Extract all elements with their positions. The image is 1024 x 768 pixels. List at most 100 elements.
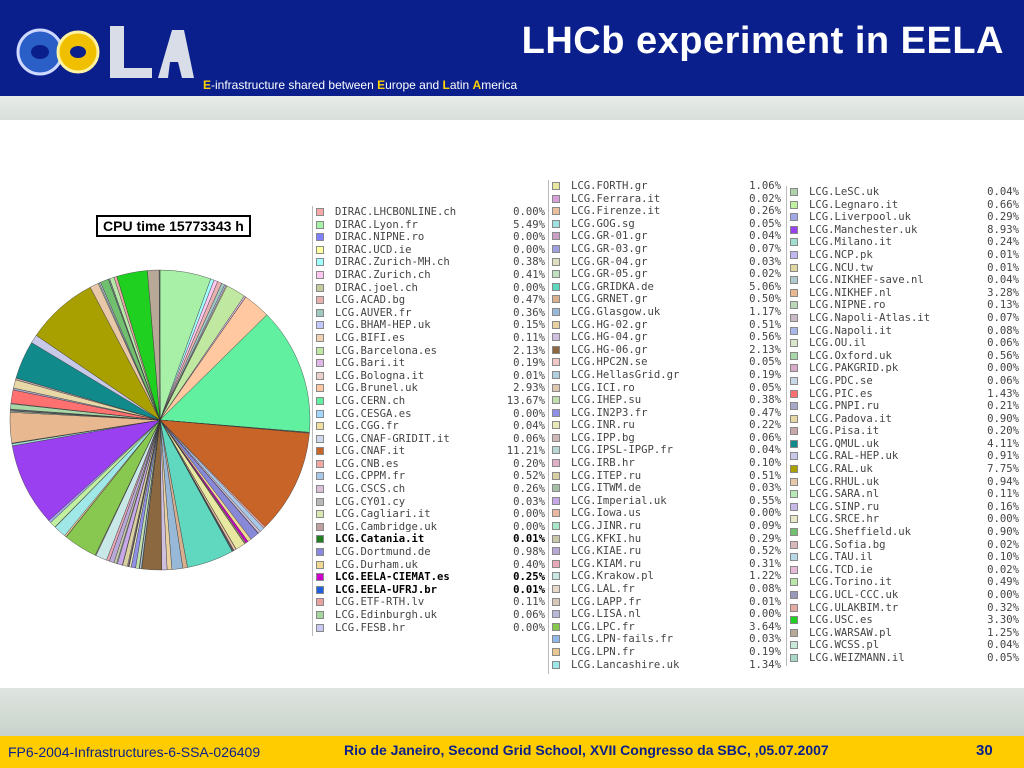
legend-site-name: LCG.PAKGRID.pk xyxy=(809,362,899,375)
legend-swatch xyxy=(790,591,798,599)
legend-percentage: 0.52% xyxy=(513,470,545,483)
header-decorative-band xyxy=(0,96,1024,120)
legend-percentage: 1.25% xyxy=(987,626,1019,639)
legend-percentage: 0.06% xyxy=(513,609,545,621)
cpu-time-label: CPU time 15773343 h xyxy=(96,215,251,237)
legend-percentage: 11.21% xyxy=(506,445,545,458)
legend-swatch xyxy=(552,446,560,455)
legend-swatch xyxy=(790,653,798,662)
legend-percentage: 0.32% xyxy=(987,601,1019,614)
legend-swatch xyxy=(552,370,560,379)
legend-site-name: LCG.RAL-HEP.uk xyxy=(809,450,899,463)
legend-percentage: 0.19% xyxy=(513,357,545,370)
legend-item: LCG.IN2P3.fr 0.47% xyxy=(549,407,785,420)
legend-site-name: LCG.CNAF.it xyxy=(335,445,406,458)
legend-swatch xyxy=(790,616,798,625)
legend-percentage: 0.00% xyxy=(513,206,545,218)
legend-item: LCG.CPPM.fr 0.52% xyxy=(313,470,549,483)
legend-percentage: 0.04% xyxy=(987,274,1019,287)
legend-percentage: 0.47% xyxy=(749,406,781,419)
legend-percentage: 0.03% xyxy=(749,633,781,646)
legend-item: LCG.UCL-CCC.uk 0.00% xyxy=(787,589,1023,602)
legend-item: LCG.BHAM-HEP.uk 0.15% xyxy=(313,319,549,332)
legend-item: LCG.AUVER.fr 0.36% xyxy=(313,307,549,320)
legend-item: LCG.EELA-CIEMAT.es 0.25% xyxy=(313,571,549,584)
legend-site-name: LCG.Bologna.it xyxy=(335,369,425,382)
legend-swatch xyxy=(552,471,560,480)
legend-swatch xyxy=(790,288,798,297)
legend-site-name: LCG.FESB.hr xyxy=(335,621,406,634)
legend-swatch xyxy=(316,535,324,544)
legend-percentage: 0.49% xyxy=(987,576,1019,589)
legend-swatch xyxy=(552,320,560,329)
legend-percentage: 0.04% xyxy=(513,420,545,433)
legend-percentage: 0.08% xyxy=(987,324,1019,337)
legend-site-name: LCG.WEIZMANN.il xyxy=(809,651,905,664)
legend-item: LCG.Oxford.uk 0.56% xyxy=(787,350,1023,363)
legend-site-name: LCG.ULAKBIM.tr xyxy=(809,601,899,614)
legend-site-name: LCG.RAL.uk xyxy=(809,463,873,476)
legend-item: LCG.Cagliari.it 0.00% xyxy=(313,508,549,521)
legend-item: LCG.NIKHEF.nl 3.28% xyxy=(787,287,1023,300)
legend-swatch xyxy=(316,283,324,292)
legend-item: LCG.PDC.se 0.06% xyxy=(787,375,1023,388)
legend-percentage: 0.19% xyxy=(749,645,781,658)
legend-site-name: LCG.Imperial.uk xyxy=(571,494,667,507)
legend-site-name: DIRAC.LHCBONLINE.ch xyxy=(335,206,457,218)
legend-percentage: 0.03% xyxy=(513,495,545,508)
legend-site-name: DIRAC.Zurich.ch xyxy=(335,268,431,281)
legend-swatch xyxy=(552,660,560,669)
legend-item: DIRAC.LHCBONLINE.ch 0.00% xyxy=(313,206,549,219)
legend-percentage: 0.15% xyxy=(513,319,545,332)
legend-site-name: LCG.GRNET.gr xyxy=(571,293,648,306)
legend-swatch xyxy=(552,597,560,606)
legend-item: LCG.SARA.nl 0.11% xyxy=(787,488,1023,501)
legend-swatch xyxy=(316,208,324,216)
legend-site-name: LCG.WCSS.pl xyxy=(809,639,880,652)
legend-swatch xyxy=(790,225,798,234)
legend-swatch xyxy=(316,409,324,418)
legend-site-name: LCG.USC.es xyxy=(809,614,873,627)
legend-site-name: LCG.KIAE.ru xyxy=(571,545,642,558)
legend-percentage: 1.17% xyxy=(749,305,781,318)
legend-swatch xyxy=(316,434,324,443)
legend-item: LCG.GR-01.gr 0.04% xyxy=(549,230,785,243)
legend-percentage: 1.06% xyxy=(749,180,781,192)
legend-percentage: 3.30% xyxy=(987,614,1019,627)
legend-site-name: DIRAC.Zurich-MH.ch xyxy=(335,256,450,269)
legend-percentage: 0.00% xyxy=(987,362,1019,375)
legend-swatch xyxy=(316,233,324,242)
legend-item: LCG.Napoli-Atlas.it 0.07% xyxy=(787,312,1023,325)
legend-swatch xyxy=(552,522,560,531)
legend-percentage: 0.00% xyxy=(513,508,545,521)
pie-chart-container xyxy=(0,120,312,688)
legend-swatch xyxy=(316,485,324,494)
page-number: 30 xyxy=(976,742,993,759)
legend-percentage: 0.00% xyxy=(513,231,545,244)
legend-percentage: 3.64% xyxy=(749,620,781,633)
legend-item: LCG.CSCS.ch 0.26% xyxy=(313,483,549,496)
legend-site-name: LCG.QMUL.uk xyxy=(809,437,880,450)
legend-swatch xyxy=(790,515,798,524)
legend-site-name: LCG.CERN.ch xyxy=(335,394,406,407)
legend-item: DIRAC.Zurich-MH.ch 0.38% xyxy=(313,256,549,269)
legend-item: LCG.OU.il 0.06% xyxy=(787,337,1023,350)
legend-swatch xyxy=(790,477,798,486)
legend-site-name: LCG.Milano.it xyxy=(809,236,892,249)
chart-legend-column-3: LCG.LeSC.uk 0.04% LCG.Legnaro.it 0.66% LCG.L… xyxy=(786,186,1023,666)
legend-swatch xyxy=(316,459,324,468)
legend-site-name: LCG.CPPM.fr xyxy=(335,470,406,483)
legend-percentage: 0.02% xyxy=(749,192,781,205)
legend-item: LCG.INR.ru 0.22% xyxy=(549,419,785,432)
legend-site-name: LCG.CNAF-GRIDIT.it xyxy=(335,432,450,445)
legend-percentage: 0.52% xyxy=(749,545,781,558)
legend-percentage: 0.02% xyxy=(987,538,1019,551)
legend-item: LCG.LISA.nl 0.00% xyxy=(549,608,785,621)
legend-item: LCG.Torino.it 0.49% xyxy=(787,576,1023,589)
legend-site-name: LCG.HG-02.gr xyxy=(571,318,648,331)
legend-item: LCG.KIAM.ru 0.31% xyxy=(549,558,785,571)
legend-item: LCG.LAPP.fr 0.01% xyxy=(549,596,785,609)
legend-site-name: LCG.TCD.ie xyxy=(809,563,873,576)
legend-site-name: LCG.JINR.ru xyxy=(571,520,642,533)
legend-site-name: LCG.Brunel.uk xyxy=(335,382,418,395)
